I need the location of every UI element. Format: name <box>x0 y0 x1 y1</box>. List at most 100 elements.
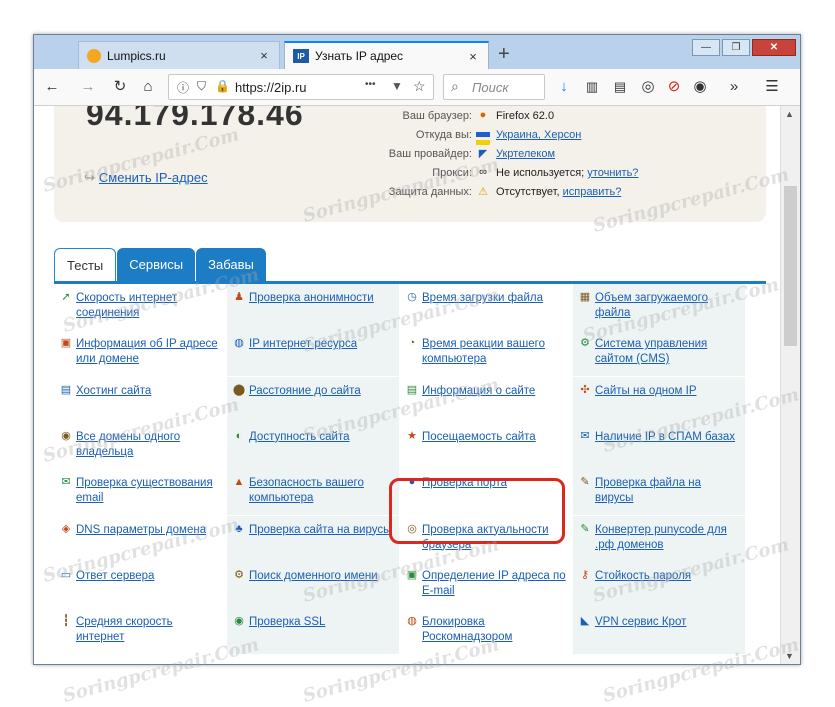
service-item[interactable]: ✎ Конвертер punycode для .рф доменов <box>573 515 745 562</box>
scroll-down-icon[interactable]: ▼ <box>785 651 794 661</box>
service-item[interactable]: ▤ Информация о сайте <box>400 377 572 423</box>
service-link[interactable]: Средняя скорость интернет <box>76 616 173 643</box>
service-link[interactable]: Время загрузки файла <box>422 292 543 304</box>
hamburger-menu-icon[interactable]: ☰ <box>762 77 782 97</box>
minimize-button[interactable]: — <box>692 39 720 56</box>
new-tab-button[interactable]: + <box>498 43 510 66</box>
service-item[interactable]: ◉ Проверка SSL <box>227 608 399 655</box>
service-item[interactable]: ⚙ Поиск доменного имени <box>227 561 399 608</box>
service-item[interactable]: ◐ Доступность сайта <box>227 422 399 469</box>
tab-close-icon[interactable]: × <box>257 48 271 63</box>
info-value[interactable]: Украина, Херсон <box>496 129 581 141</box>
service-link[interactable]: Информация о сайте <box>422 385 535 397</box>
tab-fun[interactable]: Забавы <box>196 248 266 282</box>
info-icon[interactable]: ⓘ <box>177 79 189 96</box>
service-link[interactable]: Скорость интернет соединения <box>76 292 177 319</box>
service-link[interactable]: IP интернет ресурса <box>249 338 357 350</box>
service-link[interactable]: Ответ сервера <box>76 570 154 582</box>
service-item[interactable]: ▤ Хостинг сайта <box>54 377 226 423</box>
location-link[interactable]: Украина, Херсон <box>496 129 581 141</box>
info-value[interactable]: Укртелеком <box>496 148 555 160</box>
service-item[interactable]: ▲ Безопасность вашего компьютера <box>227 469 399 516</box>
service-item[interactable]: ⬤ Расстояние до сайта <box>227 376 399 423</box>
service-item[interactable]: ▦ Объем загружаемого файла <box>573 284 745 330</box>
service-link[interactable]: Определение IP адреса по E-mail <box>422 570 566 597</box>
close-window-button[interactable]: ✕ <box>752 39 796 56</box>
service-item[interactable]: ◍ IP интернет ресурса <box>227 330 399 377</box>
extension-icon[interactable]: ◎ <box>638 77 658 97</box>
change-ip-label[interactable]: Сменить IP-адрес <box>99 170 208 185</box>
service-link[interactable]: Проверка анонимности <box>249 292 374 304</box>
service-link[interactable]: Объем загружаемого файла <box>595 292 708 319</box>
service-item[interactable]: ◈ DNS параметры домена <box>54 516 226 562</box>
service-link[interactable]: Проверка сайта на вирусы <box>249 524 391 536</box>
service-item[interactable]: ◣ VPN сервис Крот <box>573 608 745 655</box>
url-text[interactable]: https://2ip.ru <box>235 80 307 95</box>
maximize-button[interactable]: ❐ <box>722 39 750 56</box>
search-input[interactable]: ⌕ Поиск <box>443 74 545 100</box>
back-icon[interactable]: ← <box>42 77 62 97</box>
service-link[interactable]: Доступность сайта <box>249 431 350 443</box>
pocket-icon[interactable]: ▼ <box>391 79 403 93</box>
service-item[interactable]: ▭ Ответ сервера <box>54 562 226 608</box>
overflow-menu-icon[interactable]: » <box>724 77 744 97</box>
service-link[interactable]: Хостинг сайта <box>76 385 151 397</box>
scroll-up-icon[interactable]: ▲ <box>785 109 794 119</box>
service-link[interactable]: Проверка существования email <box>76 477 213 504</box>
bookmark-star-icon[interactable]: ☆ <box>413 78 426 95</box>
url-bar[interactable]: ⓘ ⛉ 🔒 https://2ip.ru ••• ▼ ☆ <box>168 74 434 100</box>
scrollbar-thumb[interactable] <box>784 186 797 346</box>
service-link[interactable]: Посещаемость сайта <box>422 431 536 443</box>
sidebar-icon[interactable]: ▤ <box>610 77 630 97</box>
tab-close-icon[interactable]: × <box>466 49 480 64</box>
shield-icon[interactable]: ⛉ <box>197 79 206 94</box>
service-item[interactable]: ⚙ Система управления сайтом (CMS) <box>573 330 745 377</box>
service-link[interactable]: Безопасность вашего компьютера <box>249 477 364 504</box>
service-link[interactable]: Сайты на одном IP <box>595 385 697 397</box>
service-item[interactable]: ⚷ Стойкость пароля <box>573 561 745 608</box>
home-icon[interactable]: ⌂ <box>138 77 158 97</box>
service-link[interactable]: Проверка файла на вирусы <box>595 477 701 504</box>
service-link[interactable]: Проверка SSL <box>249 616 325 628</box>
service-item[interactable]: ♣ Проверка сайта на вирусы <box>227 515 399 562</box>
service-link[interactable]: Наличие IP в СПАМ базах <box>595 431 735 443</box>
vertical-scrollbar[interactable]: ▲ ▼ <box>780 106 800 664</box>
service-link[interactable]: Система управления сайтом (CMS) <box>595 338 707 365</box>
service-link[interactable]: Расстояние до сайта <box>249 385 361 397</box>
service-item[interactable]: ★ Посещаемость сайта <box>400 423 572 469</box>
service-link[interactable]: Стойкость пароля <box>595 570 691 582</box>
service-link[interactable]: Время реакции вашего компьютера <box>422 338 545 365</box>
provider-link[interactable]: Укртелеком <box>496 148 555 160</box>
service-item[interactable]: ➚ Скорость интернет соединения <box>54 284 226 330</box>
service-item[interactable]: ✉ Проверка существования email <box>54 469 226 515</box>
service-item[interactable]: ┇ Средняя скорость интернет <box>54 608 226 654</box>
tab-services[interactable]: Сервисы <box>117 248 196 282</box>
service-item[interactable]: ◷ Время загрузки файла <box>400 284 572 330</box>
service-link[interactable]: Блокировка Роскомнадзором <box>422 616 512 643</box>
protection-fix-link[interactable]: исправить? <box>563 186 622 198</box>
reload-icon[interactable]: ↻ <box>110 77 130 97</box>
service-item[interactable]: ▣ Определение IP адреса по E-mail <box>400 562 572 608</box>
adblock-icon[interactable]: ⊘ <box>664 77 684 97</box>
service-link[interactable]: Все домены одного владельца <box>76 431 180 458</box>
service-item[interactable]: ✎ Проверка файла на вирусы <box>573 469 745 516</box>
service-item[interactable]: ✣ Сайты на одном IP <box>573 376 745 423</box>
service-link[interactable]: Конвертер punycode для .рф доменов <box>595 524 727 551</box>
tab-tests[interactable]: Тесты <box>54 248 117 282</box>
library-icon[interactable]: ▥ <box>582 77 602 97</box>
service-link[interactable]: Поиск доменного имени <box>249 570 378 582</box>
service-link[interactable]: Информация об IP адресе или домене <box>76 338 218 365</box>
page-actions-icon[interactable]: ••• <box>365 79 376 90</box>
tab-lumpics[interactable]: Lumpics.ru × <box>78 41 280 69</box>
proxy-clarify-link[interactable]: уточнить? <box>587 167 638 179</box>
tab-2ip[interactable]: IP Узнать IP адрес × <box>284 41 489 69</box>
service-link[interactable]: DNS параметры домена <box>76 524 206 536</box>
service-item[interactable]: ▣ Информация об IP адресе или домене <box>54 330 226 376</box>
extension-2-icon[interactable]: ◉ <box>690 77 710 97</box>
change-ip-link[interactable]: ↪ Сменить IP-адрес <box>84 170 208 186</box>
service-item[interactable]: ♟ Проверка анонимности <box>227 284 399 330</box>
service-item[interactable]: ◍ Блокировка Роскомнадзором <box>400 608 572 654</box>
service-link[interactable]: VPN сервис Крот <box>595 616 686 628</box>
forward-icon[interactable]: → <box>78 77 98 97</box>
service-item[interactable]: ✉ Наличие IP в СПАМ базах <box>573 422 745 469</box>
